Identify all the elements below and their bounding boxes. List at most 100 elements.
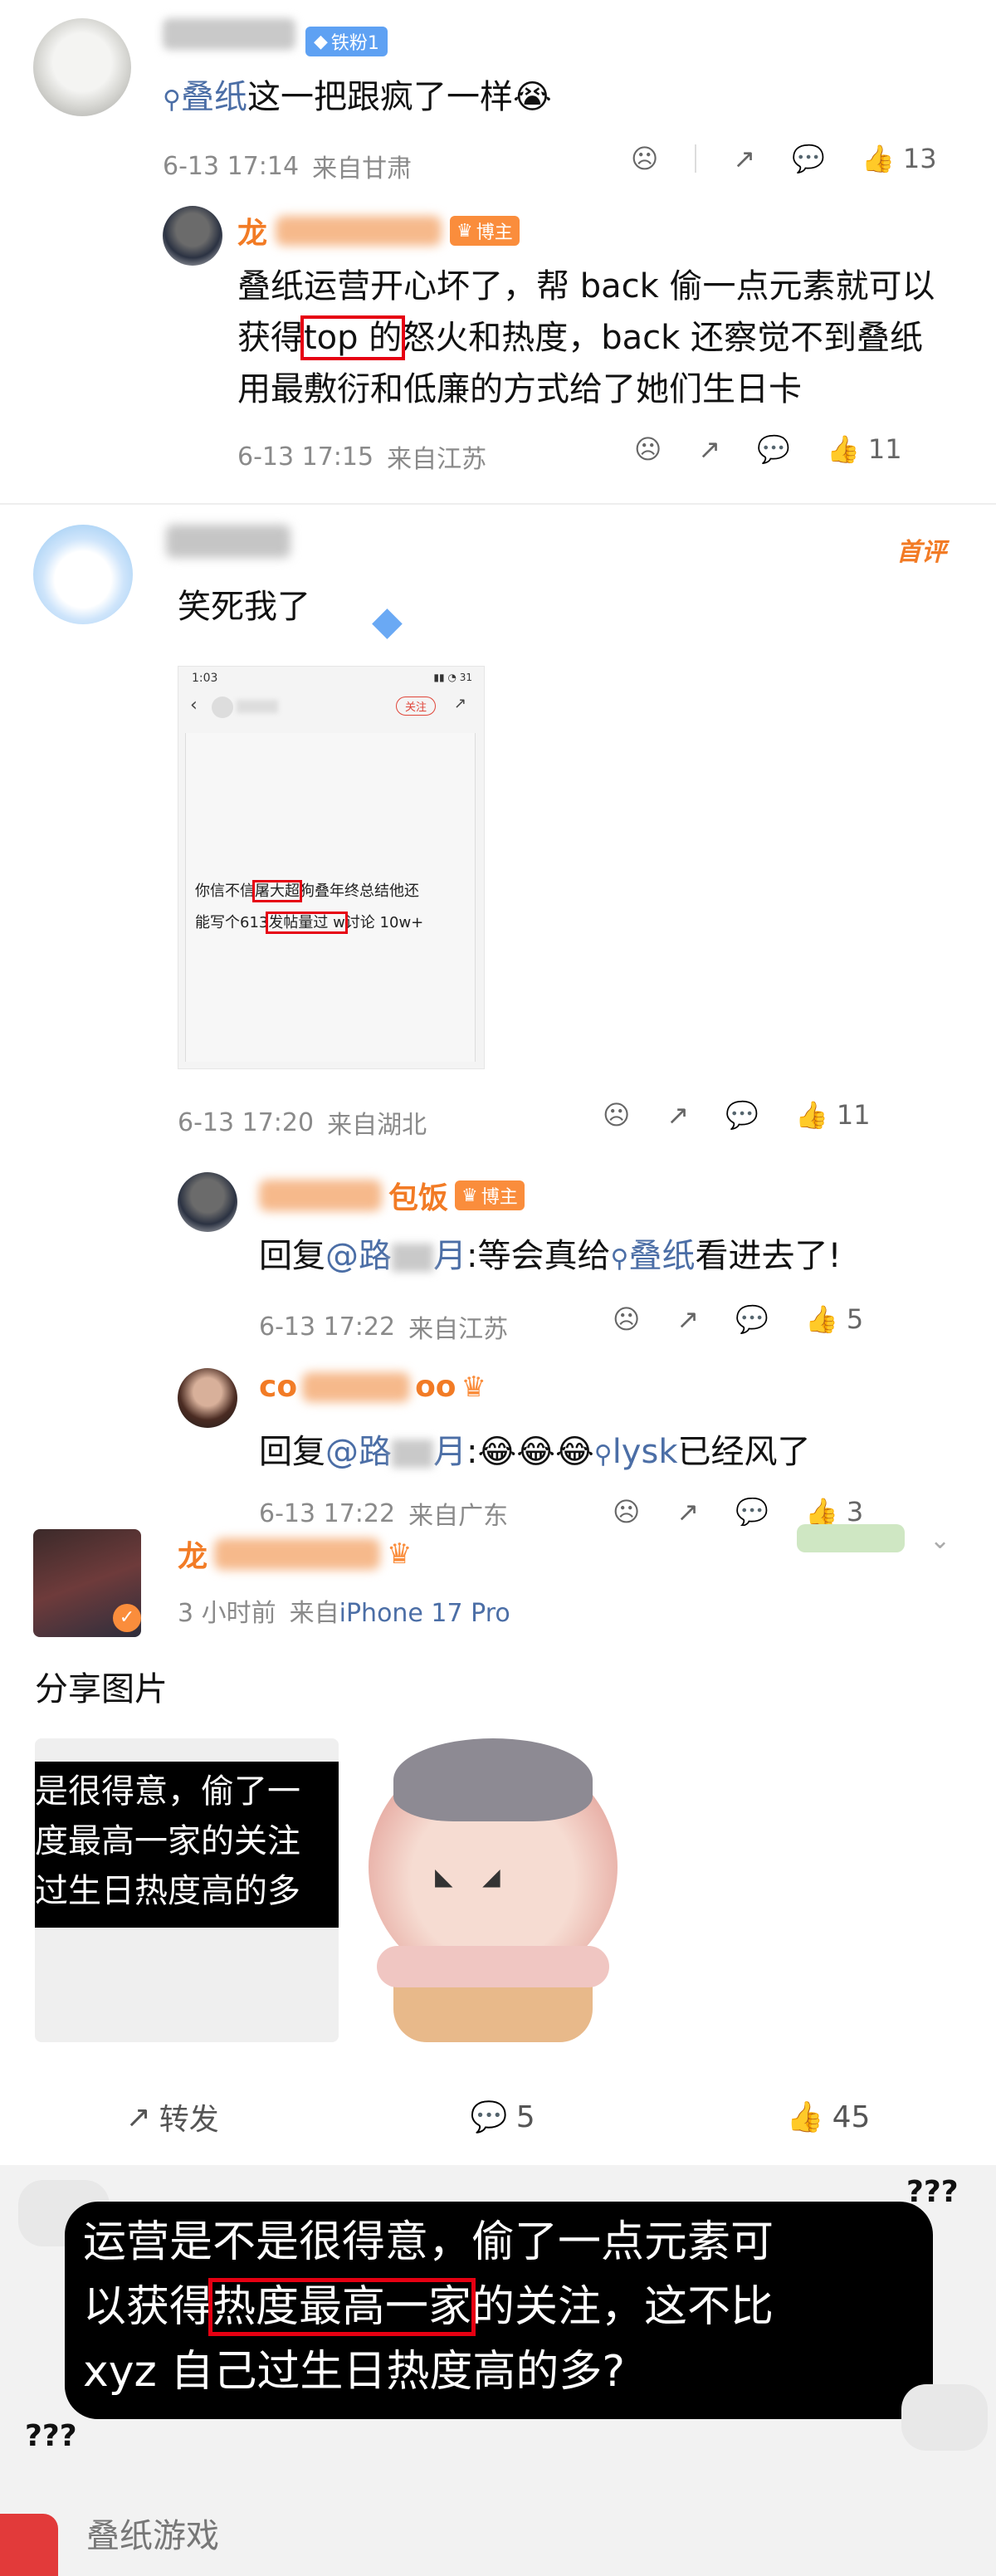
dislike-button[interactable]: ☹	[613, 1498, 640, 1526]
crown-badge-icon: ♛	[387, 1537, 413, 1571]
search-link[interactable]: ⚲叠纸	[610, 1237, 695, 1275]
status-icons: ▮▮ ◔ 31	[433, 672, 472, 683]
post-action-bar: ↗ 转发 💬 5 👍 45	[0, 2075, 996, 2158]
share-icon: ↗	[454, 695, 467, 712]
comment-bubble-icon: 💬	[735, 1303, 769, 1335]
avatar[interactable]	[178, 1172, 237, 1232]
mention-link[interactable]: @路月	[325, 1237, 466, 1275]
caption-text: 运营是不是很得意，偷了一点元素可 以获得热度最高一家的关注，这不比 xyz 自己…	[83, 2217, 774, 2397]
chevron-down-icon[interactable]: ⌄	[930, 1526, 950, 1555]
avatar[interactable]	[33, 18, 131, 116]
name-blur	[259, 1180, 382, 1211]
reply-text: 回复@路 月:😂😂😂⚲lysk已经风了	[259, 1433, 811, 1471]
question-marks: ???	[25, 2419, 77, 2453]
avatar[interactable]	[178, 1368, 237, 1428]
share-icon: ↗	[666, 1099, 690, 1131]
thumbs-up-icon: 👍	[805, 1303, 838, 1335]
comment-bubble-icon: 💬	[725, 1099, 759, 1131]
name-blur	[302, 1371, 411, 1402]
icecream-eyes: ◣ ◢	[435, 1863, 500, 1890]
search-link[interactable]: ⚲叠纸	[163, 78, 247, 116]
footer-text[interactable]: 叠纸游戏	[86, 2509, 219, 2557]
username-blurred[interactable]	[163, 18, 295, 50]
like-button[interactable]: 👍 3	[805, 1498, 863, 1526]
dislike-face-icon: ☹	[634, 433, 662, 465]
like-button[interactable]: 👍 5	[805, 1303, 863, 1335]
search-icon: ⚲	[163, 86, 181, 115]
caption-line: 是很得意，偷了一	[35, 1772, 300, 1811]
share-button[interactable]: ↗	[666, 1099, 689, 1131]
dislike-button[interactable]: ☹	[613, 1303, 640, 1335]
dislike-button[interactable]: ☹	[603, 1099, 630, 1131]
like-button[interactable]: 👍 45	[787, 2099, 871, 2135]
avatar[interactable]	[163, 206, 222, 266]
blogger-badge: ♛ 博主	[450, 216, 520, 246]
like-button[interactable]: 👍 11	[795, 1099, 871, 1131]
corner-sticker-icon	[901, 2384, 988, 2451]
crown-icon: ♛	[461, 1185, 478, 1206]
username[interactable]: 包饭 ♛ 博主	[259, 1174, 525, 1217]
share-button[interactable]: ↗	[733, 143, 755, 174]
dislike-button[interactable]: ☹	[634, 433, 662, 465]
username[interactable]: co oo ♛	[259, 1370, 486, 1404]
share-button[interactable]: ↗	[676, 1498, 699, 1526]
fan-badge: ◆ 铁粉1	[305, 27, 388, 56]
repost-icon: ↗	[125, 2099, 151, 2134]
comment-location: 来自甘肃	[312, 154, 413, 183]
search-icon: ⚲	[593, 1440, 613, 1469]
comment-actions: ☹ ↗ 💬 👍 11	[603, 1099, 871, 1131]
thumbs-up-icon: 👍	[805, 1498, 838, 1526]
reply-text: 回复@路 月:等会真给⚲叠纸看进去了!	[259, 1237, 842, 1275]
post-username[interactable]: 龙 ♛	[178, 1532, 413, 1576]
reply-actions: ☹ ↗ 💬 👍 3	[613, 1498, 863, 1526]
caption-line: 过生日热度高的多	[35, 1872, 300, 1910]
reply-button[interactable]: 💬	[735, 1498, 769, 1526]
comment-meta: 6-13 17:14 来自甘肃	[163, 148, 412, 184]
comment-meta: 6-13 17:20 来自湖北	[178, 1107, 427, 1141]
reply-actions: ☹ ↗ 💬 👍 11	[634, 433, 902, 465]
like-button[interactable]: 👍 13	[862, 143, 937, 174]
username[interactable]: 龙 ♛ 博主	[237, 209, 520, 252]
comment-bubble-icon: 💬	[792, 143, 826, 174]
first-comment-tag: 首评	[896, 538, 946, 567]
follow-chip: 关注	[396, 697, 437, 716]
name-blur	[276, 216, 442, 246]
reply-button[interactable]: 💬	[757, 433, 790, 465]
thumbs-up-icon: 👍	[795, 1099, 828, 1131]
divider	[695, 144, 697, 173]
share-icon: ↗	[676, 1303, 700, 1335]
repost-button[interactable]: ↗ 转发	[126, 2095, 219, 2139]
footer-logo-icon[interactable]	[0, 2514, 58, 2576]
dislike-face-icon: ☹	[613, 1303, 641, 1335]
highlight-box: 热度最高一家	[208, 2278, 476, 2336]
share-button[interactable]: ↗	[698, 433, 720, 465]
comment-bubble-icon: 💬	[735, 1498, 769, 1526]
reply-button[interactable]: 💬	[725, 1099, 759, 1131]
avatar[interactable]	[33, 525, 133, 624]
comment-bubble-icon: 💬	[470, 2100, 508, 2134]
reply-button[interactable]: 💬	[792, 143, 825, 174]
mini-name-blur	[237, 700, 278, 713]
reply-button[interactable]: 💬	[735, 1303, 769, 1335]
comment-image[interactable]: 1:03 ▮▮ ◔ 31 ‹ 关注 ↗ 你信不信屠大超狗叠年终总结他还 能写个6…	[178, 666, 485, 1069]
like-button[interactable]: 👍 11	[827, 433, 902, 465]
comment-button[interactable]: 💬 5	[470, 2099, 535, 2135]
comment-time: 6-13 17:14	[163, 151, 300, 181]
search-link[interactable]: ⚲lysk	[594, 1433, 678, 1471]
username-blurred[interactable]	[166, 525, 290, 558]
crown-badge-icon: ♛	[461, 1370, 487, 1404]
post-image-caption[interactable]: 是很得意，偷了一 度最高一家的关注 过生日热度高的多	[35, 1738, 339, 2042]
thumbs-up-icon: 👍	[862, 143, 895, 174]
share-icon: ↗	[698, 433, 721, 465]
screenshot-line: 能写个613发帖量过 w讨论 10w+	[195, 912, 424, 934]
reply-text: 叠纸运营开心坏了，帮 back 偷一点元素就可以 获得top 的怒火和热度，ba…	[237, 267, 935, 408]
share-button[interactable]: ↗	[676, 1303, 699, 1335]
screenshot-line: 你信不信屠大超狗叠年终总结他还	[195, 880, 419, 902]
mention-link[interactable]: @路月	[325, 1433, 466, 1471]
dislike-button[interactable]: ☹	[631, 143, 658, 174]
caption-line: 度最高一家的关注	[35, 1822, 300, 1860]
post-text: 分享图片	[35, 1670, 168, 1708]
post-image-icecream[interactable]: ◣ ◢	[344, 1738, 651, 2042]
comment-text: ⚲叠纸这一把跟疯了一样😭	[163, 78, 552, 116]
sparkle-diamond-icon: ◆	[372, 598, 403, 644]
